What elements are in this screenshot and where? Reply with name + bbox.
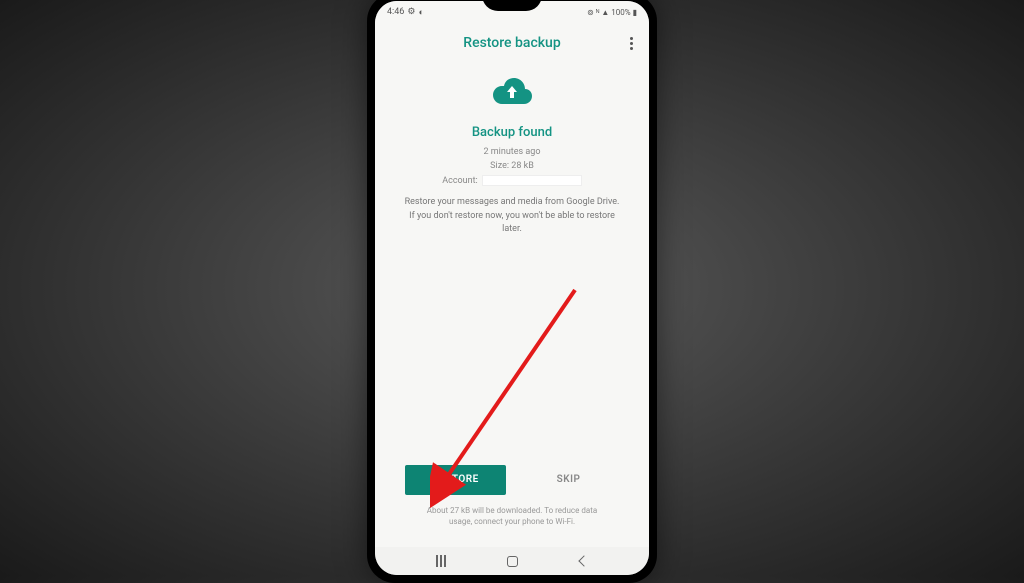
- nav-recent-button[interactable]: [436, 555, 446, 567]
- nav-back-button[interactable]: [578, 555, 589, 566]
- status-time: 4:46: [387, 7, 404, 17]
- backup-time: 2 minutes ago: [484, 146, 541, 160]
- account-label: Account:: [442, 176, 477, 186]
- backup-found-title: Backup found: [472, 125, 552, 140]
- main-content: Backup found 2 minutes ago Size: 28 kB A…: [375, 59, 649, 547]
- phone-notch: [482, 0, 542, 11]
- account-row: Account:: [442, 175, 581, 186]
- backup-size: Size: 28 kB: [484, 160, 541, 174]
- action-button-row: RESTORE SKIP: [395, 465, 629, 495]
- page-title: Restore backup: [463, 35, 560, 51]
- status-cast-icon: ⊚: [587, 8, 594, 17]
- skip-button[interactable]: SKIP: [518, 465, 619, 495]
- account-value-redacted: [482, 175, 582, 186]
- android-nav-bar: [375, 547, 649, 575]
- phone-screen: 4:46 ⚙ ◐ ⊚ ᴺ ▲ 100% ▮ Restore backup: [375, 1, 649, 575]
- cloud-upload-icon: [490, 77, 534, 113]
- overflow-menu-button[interactable]: [630, 37, 633, 50]
- status-battery: 100%: [611, 8, 630, 17]
- app-header: Restore backup: [375, 23, 649, 59]
- restore-button[interactable]: RESTORE: [405, 465, 506, 495]
- status-icon: ◐: [418, 7, 423, 18]
- status-settings-icon: ⚙: [407, 7, 415, 17]
- data-usage-note: About 27 kB will be downloaded. To reduc…: [395, 505, 629, 537]
- nav-home-button[interactable]: [507, 556, 518, 567]
- status-battery-icon: ▮: [633, 8, 637, 17]
- status-wifi-icon: ▲: [601, 8, 609, 17]
- backup-meta: 2 minutes ago Size: 28 kB: [484, 146, 541, 173]
- restore-description: Restore your messages and media from Goo…: [395, 196, 629, 237]
- phone-frame: 4:46 ⚙ ◐ ⊚ ᴺ ▲ 100% ▮ Restore backup: [367, 0, 657, 583]
- status-nfc-icon: ᴺ: [596, 8, 599, 17]
